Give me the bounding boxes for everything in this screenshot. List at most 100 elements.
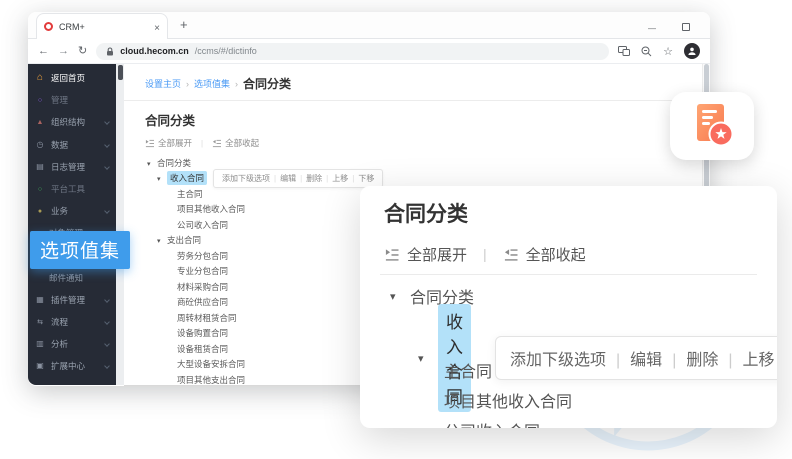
sidebar-scrollbar[interactable] [116,64,124,385]
url-field[interactable]: cloud.hecom.cn/ccms/#/dictinfo [96,43,609,60]
tree-node-label: 主合同 [177,188,203,200]
sidebar-item-home[interactable]: 返回首页 [28,68,116,88]
breadcrumb-link-option-value-set[interactable]: 选项值集 [194,77,230,90]
document-star-badge [670,92,754,160]
sidebar-item-label: 平台工具 [51,183,85,195]
expand-all-label: 全部展开 [407,244,467,265]
analysis-icon [35,340,45,348]
breadcrumb: 设置主页 选项值集 合同分类 [145,64,710,92]
tree-node-label: 公司收入合同 [177,219,228,231]
sidebar-item-business[interactable]: 业务 [28,201,116,221]
move-up-button[interactable]: 上移 [332,173,358,184]
sidebar-item-extension-center[interactable]: 扩展中心 [28,356,116,376]
collapse-all-button[interactable]: 全部收起 [503,244,586,265]
caret-down-icon[interactable] [157,173,167,183]
expand-all-button[interactable]: 全部展开 [384,244,467,265]
tree-node[interactable]: 公司收入合同 [444,418,540,428]
scrollbar-thumb[interactable] [118,65,123,80]
business-icon [35,207,45,215]
tree-node[interactable]: 主合同 [444,358,492,382]
sidebar-item-manage[interactable]: 管理 [28,90,116,110]
tree-node-label: 材料采购合同 [177,281,228,293]
expand-all-button[interactable]: 全部展开 [145,137,192,149]
chevron-down-icon [104,120,110,126]
window-controls [648,18,690,36]
caret-down-icon[interactable] [390,287,410,305]
sidebar-item-flow[interactable]: 流程 [28,312,116,332]
sidebar-item-label: 业务 [51,205,68,217]
sidebar-item-platform-tools[interactable]: 平台工具 [28,179,116,199]
caret-down-icon[interactable] [418,349,438,367]
bookmark-star-icon[interactable] [663,42,673,60]
page-title: 合同分类 [145,110,710,129]
move-down-button[interactable]: 下移 [358,173,374,184]
chevron-down-icon [104,341,110,347]
url-domain: cloud.hecom.cn [120,46,189,56]
tree-node-label: 商砼供应合同 [177,296,228,308]
breadcrumb-link-settings-home[interactable]: 设置主页 [145,77,181,90]
home-icon [35,73,45,83]
sidebar-item-logs[interactable]: 日志管理 [28,157,116,177]
chevron-down-icon [104,364,110,370]
page: CRM+ cloud.hecom.cn/ccms/#/dictinfo [0,0,792,459]
org-structure-icon [35,118,45,126]
back-icon[interactable] [38,46,49,57]
zoom-icon[interactable] [641,46,652,57]
new-tab-button[interactable] [180,16,188,34]
tree-node-label: 合同分类 [157,157,191,169]
toolbar-divider [192,138,212,148]
edit-button[interactable]: 编辑 [630,346,686,370]
sidebar-item-analysis[interactable]: 分析 [28,334,116,354]
devices-icon[interactable] [618,46,630,56]
sidebar-item-org-structure[interactable]: 组织结构 [28,112,116,132]
chevron-down-icon [104,319,110,325]
browser-tab[interactable]: CRM+ [36,13,168,39]
sidebar-item-label: 流程 [51,316,68,328]
chevron-down-icon [104,208,110,214]
delete-button[interactable]: 删除 [686,346,742,370]
sidebar-item-data[interactable]: 数据 [28,135,116,155]
option-value-set-callout: 选项值集 [30,231,130,269]
profile-avatar[interactable] [684,43,700,59]
tab-strip: CRM+ [28,12,710,39]
address-bar: cloud.hecom.cn/ccms/#/dictinfo [28,39,710,64]
collapse-all-button[interactable]: 全部收起 [212,137,259,149]
forward-icon[interactable] [58,46,69,57]
sidebar-item-plugins[interactable]: 插件管理 [28,290,116,310]
sidebar-item-label: 扩展中心 [51,360,85,372]
tree-node-label: 周转材租赁合同 [177,312,237,324]
ring-icon-purple [35,96,45,104]
sidebar-item-label: 插件管理 [51,294,85,306]
sidebar-item-label: 数据 [51,139,68,151]
chevron-down-icon [104,142,110,148]
url-path: /ccms/#/dictinfo [195,46,257,56]
close-tab-icon[interactable] [154,18,160,36]
caret-down-icon[interactable] [147,158,157,168]
tree-node-label: 设备租赁合同 [177,343,228,355]
tree-node-label: 劳务分包合同 [177,250,228,262]
node-action-menu: 添加下级选项 编辑 删除 上移 下移 [495,336,777,380]
chevron-down-icon [104,297,110,303]
sidebar-item-label: 邮件通知 [49,272,83,284]
maximize-icon[interactable] [682,23,690,31]
move-up-button[interactable]: 上移 [743,346,777,370]
delete-button[interactable]: 删除 [306,173,332,184]
add-child-option-button[interactable]: 添加下级选项 [222,173,280,184]
sidebar-item-label: 组织结构 [51,116,85,128]
node-action-menu: 添加下级选项 编辑 删除 上移 下移 [213,169,383,188]
sidebar-item-mail-notify[interactable]: 邮件通知 [28,268,116,288]
tab-title: CRM+ [59,22,148,32]
add-child-option-button[interactable]: 添加下级选项 [510,346,630,370]
reload-icon[interactable] [78,46,87,57]
crm-favicon-icon [44,22,53,31]
caret-down-icon[interactable] [157,235,167,245]
edit-button[interactable]: 编辑 [280,173,306,184]
flow-icon [35,318,45,326]
tree-node-label: 公司收入合同 [444,418,540,428]
magnified-panel: 合同分类 全部展开 全部收起 合同分类 收入合同 添加下级选项 编辑 删除 上移… [360,186,777,428]
minimize-icon[interactable] [648,18,656,36]
ring-icon-green [35,185,45,193]
tree-node[interactable]: 项目其他收入合同 [444,388,572,412]
tree-node-label: 项目其他支出合同 [177,374,245,385]
tree-node-selected[interactable]: 收入合同 添加下级选项 编辑 删除 上移 下移 [145,171,710,187]
